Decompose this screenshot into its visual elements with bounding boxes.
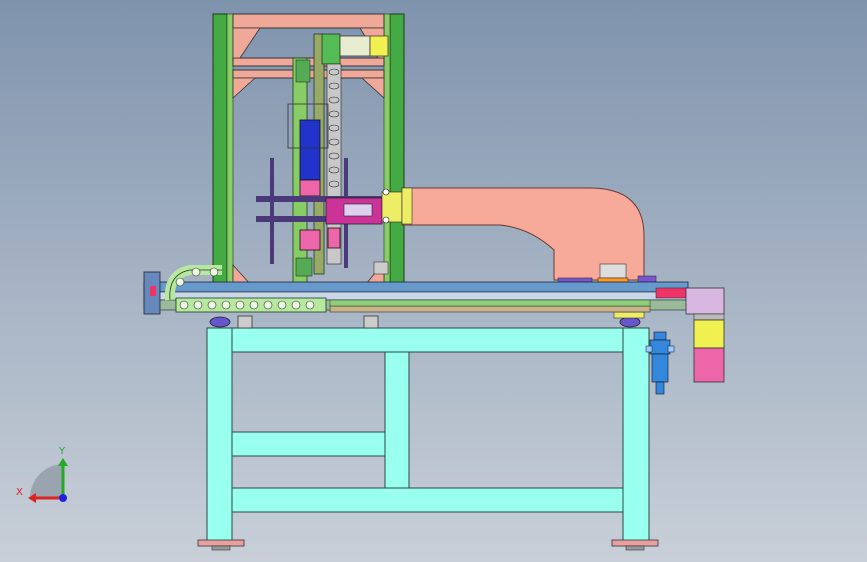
y-axis-label: Y: [58, 446, 66, 457]
x-axis-label: X: [16, 487, 23, 498]
y-arrowhead-icon: [58, 458, 68, 466]
coordinate-triad: X Y: [16, 446, 68, 503]
z-axis-dot-icon: [59, 494, 67, 502]
triad-plane-icon: [29, 464, 63, 498]
cad-viewport[interactable]: X Y: [0, 0, 867, 562]
